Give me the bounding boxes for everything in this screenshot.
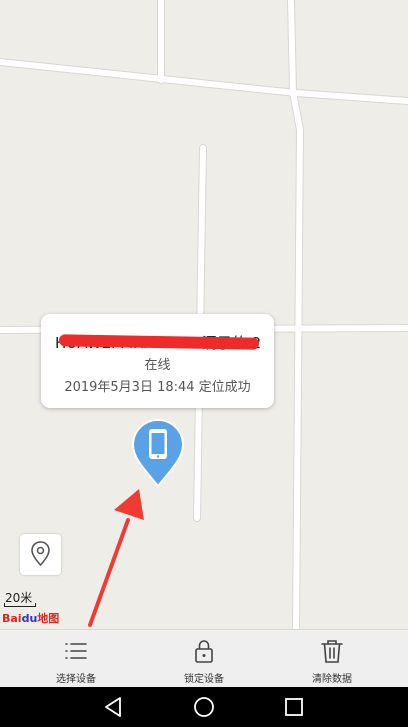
clear-data-button[interactable]: 清除数据: [264, 630, 400, 687]
system-navigation-bar: [0, 687, 408, 727]
map-view[interactable]: HUAWEI MHA-AL00 洞子的 20 在线 2019年5月3日 18:4…: [0, 0, 408, 629]
locate-me-button[interactable]: [20, 534, 61, 575]
location-marker-icon: [31, 541, 50, 567]
back-icon[interactable]: [101, 695, 127, 719]
map-scale-bar: [4, 603, 36, 607]
home-icon[interactable]: [191, 695, 217, 719]
online-status-text: 在线: [144, 358, 171, 373]
device-location-pin-icon[interactable]: [131, 418, 185, 488]
bottom-toolbar: 选择设备 锁定设备 清除数据: [0, 629, 408, 687]
lock-icon: [195, 640, 213, 663]
select-device-button[interactable]: 选择设备: [8, 630, 144, 687]
location-time-text: 2019年5月3日 18:44 定位成功: [64, 380, 251, 395]
list-icon: [65, 643, 87, 659]
recents-icon[interactable]: [281, 695, 307, 719]
lock-device-label: 锁定设备: [184, 674, 224, 685]
clear-data-label: 清除数据: [312, 674, 352, 685]
app-screen: HUAWEI MHA-AL00 洞子的 20 在线 2019年5月3日 18:4…: [0, 0, 408, 727]
baidu-map-logo: Baidu地图: [2, 612, 60, 625]
device-info-popup[interactable]: HUAWEI MHA-AL00 洞子的 20 在线 2019年5月3日 18:4…: [41, 314, 274, 408]
annotation-arrow: [88, 489, 144, 627]
trash-icon: [321, 640, 343, 663]
select-device-label: 选择设备: [56, 674, 96, 685]
lock-device-button[interactable]: 锁定设备: [136, 630, 272, 687]
